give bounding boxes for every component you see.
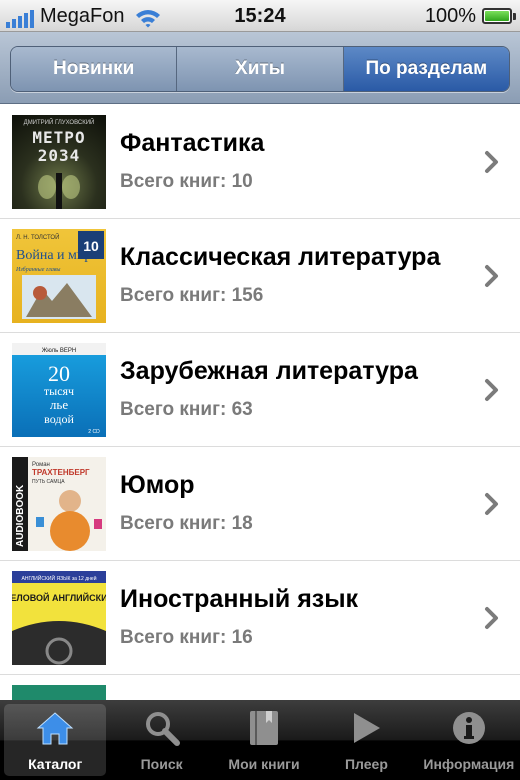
info-icon — [449, 708, 489, 748]
category-list: ДМИТРИЙ ГЛУХОВСКИЙ МЕТРО 2034 Фантастика… — [0, 105, 520, 700]
segment-new[interactable]: Новинки — [11, 47, 178, 91]
svg-text:Жюль ВЕРН: Жюль ВЕРН — [42, 348, 77, 354]
tab-bar: Каталог Поиск Мои книги Плеер Информация — [0, 700, 520, 780]
svg-text:ПУТЬ САМЦА: ПУТЬ САМЦА — [32, 479, 65, 485]
svg-text:2034: 2034 — [38, 146, 81, 165]
audiobook-humor-cover: AUDIOBOOK Роман ТРАХТЕНБЕРГ ПУТЬ САМЦА — [12, 457, 106, 551]
category-count: Всего книг: 10 — [120, 171, 253, 192]
category-row-fantasy[interactable]: ДМИТРИЙ ГЛУХОВСКИЙ МЕТРО 2034 Фантастика… — [0, 105, 520, 219]
house-icon — [35, 708, 75, 748]
svg-text:Л. Н. ТОЛСТОЙ: Л. Н. ТОЛСТОЙ — [16, 233, 59, 241]
svg-text:лье: лье — [50, 397, 68, 412]
category-row-classic[interactable]: Л. Н. ТОЛСТОЙ Война и мир Избранные глав… — [0, 219, 520, 333]
twenty-thousand-leagues-cover: Жюль ВЕРН 20 тысяч лье водой 2 CD — [12, 343, 106, 437]
metro-2034-cover: ДМИТРИЙ ГЛУХОВСКИЙ МЕТРО 2034 — [12, 115, 106, 209]
svg-text:БЕЛОВОЙ АНГЛИЙСКИЙ: БЕЛОВОЙ АНГЛИЙСКИЙ — [12, 592, 106, 603]
chevron-right-icon — [485, 493, 498, 515]
tab-my-books[interactable]: Мои книги — [213, 700, 315, 780]
tab-label: Поиск — [140, 756, 183, 772]
svg-text:ТРАХТЕНБЕРГ: ТРАХТЕНБЕРГ — [32, 468, 90, 477]
tab-label: Каталог — [28, 756, 83, 772]
chevron-right-icon — [485, 151, 498, 173]
segment-by-section[interactable]: По разделам — [343, 47, 509, 91]
english-language-cover: АНГЛИЙСКИЙ ЯЗЫК за 12 дней БЕЛОВОЙ АНГЛИ… — [12, 571, 106, 665]
svg-text:10: 10 — [83, 238, 99, 254]
category-count: Всего книг: 63 — [120, 399, 253, 420]
battery-icon — [482, 8, 516, 24]
tab-player[interactable]: Плеер — [315, 700, 417, 780]
tab-search[interactable]: Поиск — [110, 700, 212, 780]
category-row-humor[interactable]: AUDIOBOOK Роман ТРАХТЕНБЕРГ ПУТЬ САМЦА Ю… — [0, 447, 520, 561]
category-row-foreign[interactable]: Жюль ВЕРН 20 тысяч лье водой 2 CD Зарубе… — [0, 333, 520, 447]
segmented-control: Новинки Хиты По разделам — [10, 46, 510, 92]
svg-text:2 CD: 2 CD — [88, 429, 100, 435]
tab-info[interactable]: Информация — [418, 700, 520, 780]
tab-label: Информация — [423, 756, 515, 772]
chevron-right-icon — [485, 607, 498, 629]
segment-hits[interactable]: Хиты — [177, 47, 344, 91]
tab-catalog[interactable]: Каталог — [4, 704, 107, 776]
category-count: Всего книг: 156 — [120, 285, 264, 306]
category-row-language[interactable]: АНГЛИЙСКИЙ ЯЗЫК за 12 дней БЕЛОВОЙ АНГЛИ… — [0, 561, 520, 675]
category-count: Всего книг: 16 — [120, 627, 253, 648]
status-bar: MegaFon 15:24 100% — [0, 0, 520, 32]
tab-label: Плеер — [344, 756, 388, 772]
category-title: Иностранный язык — [120, 585, 359, 613]
battery-percent: 100% — [424, 5, 476, 27]
svg-text:тысяч: тысяч — [44, 384, 74, 398]
book-icon — [244, 708, 284, 748]
partial-book-cover — [12, 685, 106, 700]
chevron-right-icon — [485, 379, 498, 401]
category-title: Юмор — [120, 471, 195, 499]
category-count: Всего книг: 18 — [120, 513, 253, 534]
magnifier-icon — [142, 708, 182, 748]
svg-text:МЕТРО: МЕТРО — [32, 128, 85, 147]
category-row-partial[interactable] — [0, 675, 520, 700]
svg-text:Избранные главы: Избранные главы — [15, 266, 61, 273]
cover-author-text: ДМИТРИЙ ГЛУХОВСКИЙ — [24, 118, 95, 126]
play-icon — [346, 708, 386, 748]
category-title: Классическая литература — [120, 243, 441, 271]
navigation-bar: Новинки Хиты По разделам — [0, 32, 520, 104]
svg-text:водой: водой — [44, 412, 74, 426]
svg-text:20: 20 — [48, 361, 70, 386]
svg-text:АНГЛИЙСКИЙ ЯЗЫК за 12 дней: АНГЛИЙСКИЙ ЯЗЫК за 12 дней — [22, 574, 97, 582]
category-title: Зарубежная литература — [120, 357, 418, 385]
war-and-peace-cover: Л. Н. ТОЛСТОЙ Война и мир Избранные глав… — [12, 229, 106, 323]
chevron-right-icon — [485, 265, 498, 287]
svg-text:AUDIOBOOK: AUDIOBOOK — [15, 484, 26, 547]
category-title: Фантастика — [120, 129, 265, 157]
tab-label: Мои книги — [228, 756, 300, 772]
